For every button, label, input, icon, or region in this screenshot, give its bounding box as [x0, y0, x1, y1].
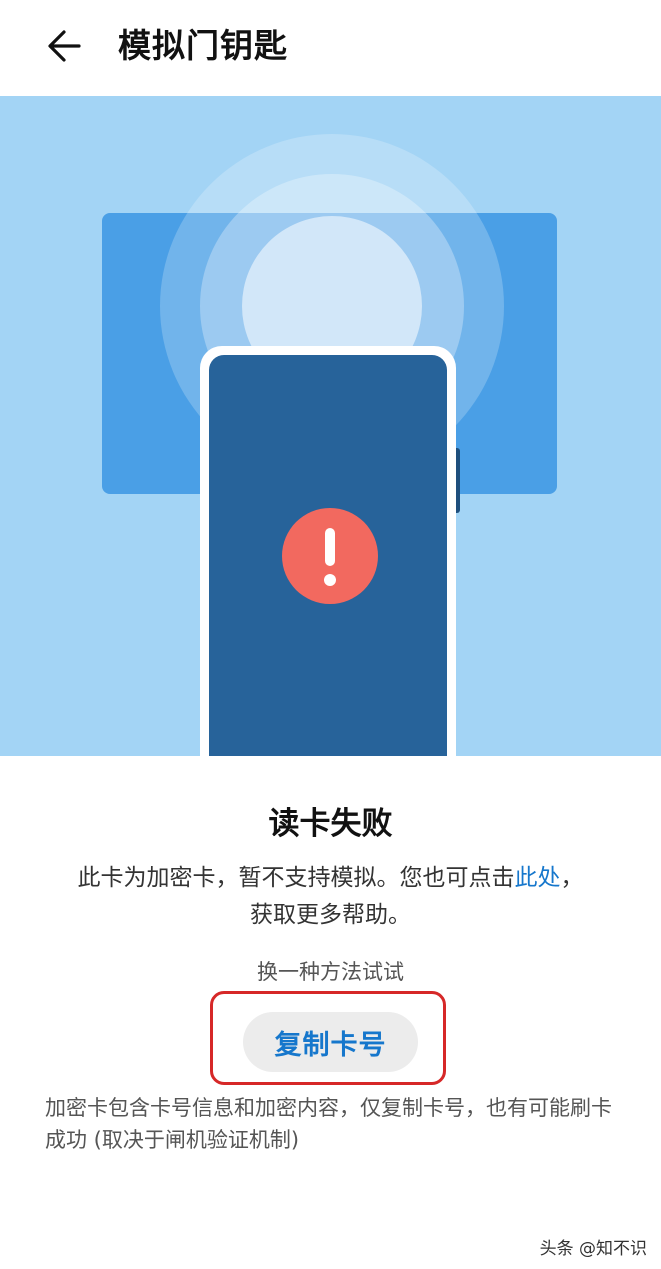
exclamation-icon — [282, 508, 378, 604]
top-app-bar: 模拟门钥匙 — [0, 0, 661, 96]
back-button[interactable] — [38, 22, 92, 70]
encrypted-card-note: 加密卡包含卡号信息和加密内容，仅复制卡号，也有可能刷卡成功 (取决于闸机验证机制… — [45, 1096, 612, 1152]
failure-description: 此卡为加密卡，暂不支持模拟。您也可点击此处， 获取更多帮助。 — [77, 865, 584, 928]
nfc-read-illustration — [0, 96, 661, 756]
arrow-left-icon — [48, 30, 81, 62]
read-failed-title: 读卡失败 — [268, 806, 393, 842]
copy-card-number-button[interactable]: 复制卡号 — [243, 1012, 418, 1072]
page-title: 模拟门钥匙 — [118, 26, 288, 65]
help-link[interactable]: 此处 — [515, 865, 561, 891]
alternative-method-label: 换一种方法试试 — [257, 960, 404, 984]
watermark: 头条 @知不识 — [539, 1239, 647, 1259]
